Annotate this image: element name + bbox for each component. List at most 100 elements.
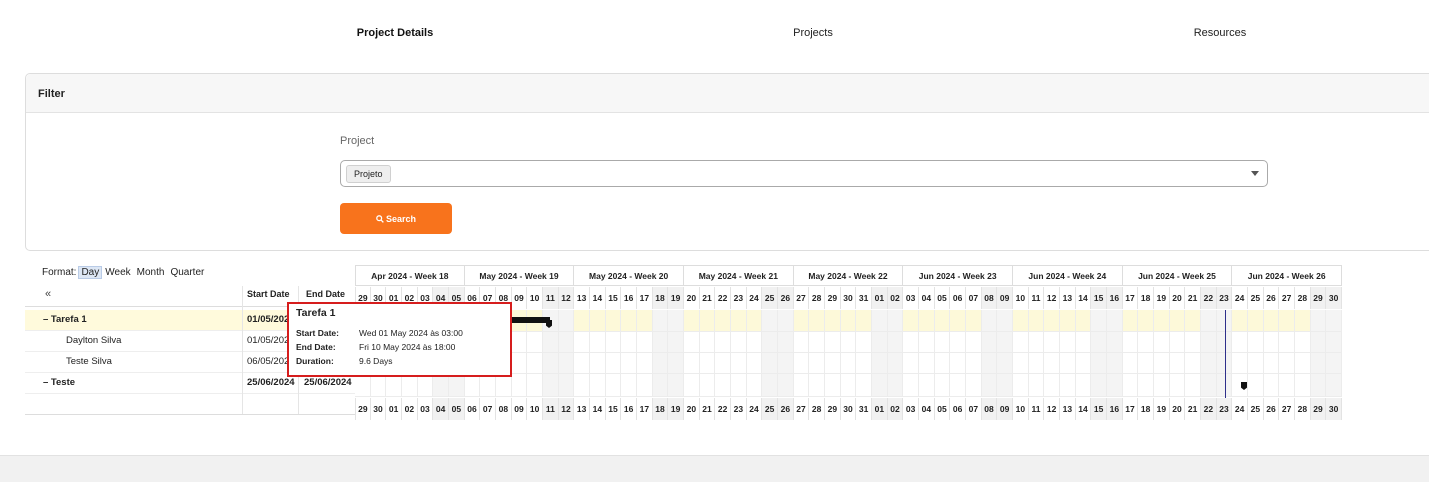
tooltip-end: End Date: Fri 10 May 2024 às 18:00 [296,342,455,352]
collapse-all-icon[interactable]: « [45,288,51,300]
format-day[interactable]: Day [78,266,103,279]
task-end: 25/06/2024 [304,377,352,388]
day-header: 10 [527,398,543,420]
day-header: 15 [606,398,622,420]
day-column [1248,310,1264,396]
day-header: 02 [887,287,904,309]
day-header: 26 [778,287,794,309]
day-header: 27 [794,287,810,309]
day-header: 31 [856,287,872,309]
day-header: 12 [1044,287,1060,309]
day-column [1029,310,1045,396]
day-header: 30 [1326,398,1342,420]
day-header: 23 [731,398,747,420]
day-header: 26 [1264,398,1280,420]
day-header: 08 [981,398,998,420]
week-header: Jun 2024 - Week 26 [1232,265,1342,286]
project-chip[interactable]: Projeto [346,165,391,183]
search-button[interactable]: Search [340,203,452,234]
day-header: 03 [418,398,434,420]
day-column [856,310,872,396]
day-header: 17 [1123,287,1139,309]
column-divider [242,286,243,414]
day-header: 20 [684,287,700,309]
day-header: 09 [512,287,528,309]
day-header: 28 [1295,287,1311,309]
week-header: May 2024 - Week 22 [793,265,904,286]
day-header: 30 [841,398,857,420]
project-select[interactable]: Projeto [340,160,1268,187]
day-column [731,310,747,396]
day-header: 21 [700,287,716,309]
day-header: 29 [825,287,841,309]
day-header: 13 [1060,287,1076,309]
day-header: 21 [700,398,716,420]
day-header: 23 [731,287,747,309]
tab-resources[interactable]: Resources [1194,27,1247,39]
day-header: 26 [778,398,794,420]
day-header: 09 [997,287,1013,309]
day-header: 17 [637,287,653,309]
day-header: 14 [590,287,606,309]
day-header: 19 [668,398,684,420]
day-column [809,310,825,396]
tooltip-start-value: Wed 01 May 2024 às 03:00 [359,328,463,338]
day-header: 05 [449,398,465,420]
day-header: 14 [1076,398,1092,420]
day-header: 27 [794,398,810,420]
day-header: 25 [1248,398,1264,420]
day-column [887,310,904,396]
day-column [1185,310,1201,396]
format-label: Format: [42,267,77,278]
format-month[interactable]: Month [134,267,168,278]
day-header: 22 [1201,398,1217,420]
day-column [1138,310,1154,396]
day-header: 19 [1154,287,1170,309]
day-header: 11 [543,287,559,309]
tab-projects[interactable]: Projects [793,27,833,39]
day-column [1295,310,1311,396]
day-column [935,310,951,396]
day-header: 01 [872,398,888,420]
day-column [590,310,606,396]
day-column [747,310,763,396]
day-header: 08 [981,287,998,309]
day-header: 12 [558,287,575,309]
day-column [872,310,888,396]
day-header: 23 [1216,287,1233,309]
day-column [997,310,1013,396]
day-header: 25 [762,398,778,420]
day-header: 26 [1264,287,1280,309]
day-header: 22 [1201,287,1217,309]
tooltip-start-key: Start Date: [296,328,339,338]
day-header: 01 [386,398,402,420]
day-header: 13 [1060,398,1076,420]
week-header: Jun 2024 - Week 24 [1013,265,1123,286]
day-header: 03 [903,287,919,309]
day-column [558,310,575,396]
day-column [1076,310,1092,396]
day-column [574,310,590,396]
day-column [1310,310,1327,396]
day-header: 13 [574,287,590,309]
day-header: 03 [903,398,919,420]
day-header: 15 [1091,398,1107,420]
row-line [355,396,1342,397]
day-column [684,310,700,396]
day-header: 18 [1138,287,1154,309]
day-column [1201,310,1217,396]
chevron-down-icon[interactable] [1251,171,1259,176]
day-column [903,310,919,396]
day-column [715,310,731,396]
day-column [1154,310,1170,396]
day-header: 16 [621,287,637,309]
day-header: 19 [668,287,684,309]
format-week[interactable]: Week [102,267,133,278]
format-quarter[interactable]: Quarter [167,267,207,278]
day-column [700,310,716,396]
task-start: 25/06/2024 [247,377,295,388]
tab-project-details[interactable]: Project Details [357,27,433,39]
day-header: 24 [1232,287,1248,309]
day-column [1170,310,1186,396]
day-header: 18 [1138,398,1154,420]
